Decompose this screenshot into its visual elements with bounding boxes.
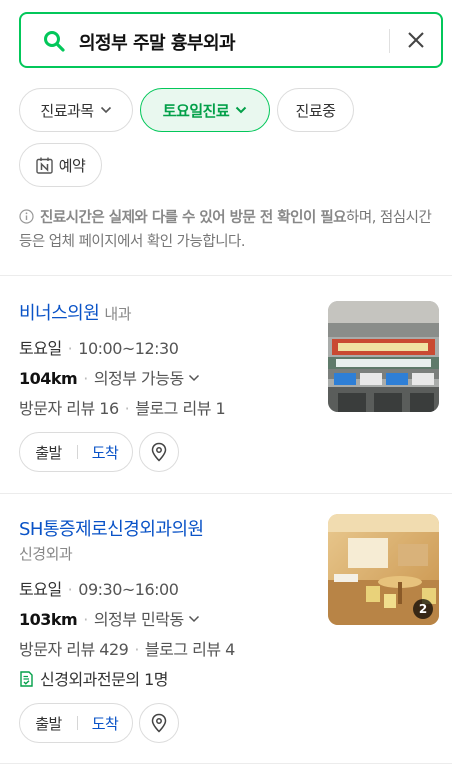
distance: 103km xyxy=(19,610,78,629)
chevron-down-icon xyxy=(188,374,199,382)
day: 토요일 xyxy=(19,339,62,358)
location-line[interactable]: 103km · 의정부 민락동 xyxy=(19,606,200,630)
review-line: 방문자 리뷰 429 · 블로그 리뷰 4 xyxy=(19,640,235,659)
arrive-button[interactable]: 도착 xyxy=(78,442,132,463)
visitor-reviews[interactable]: 방문자 리뷰 429 xyxy=(19,640,129,659)
map-pin-icon xyxy=(151,442,167,462)
depart-button[interactable]: 출발 xyxy=(20,442,77,463)
hours-line: 토요일 · 10:00~12:30 xyxy=(19,339,179,358)
naver-booking-icon xyxy=(35,157,53,174)
route-buttons: 출발 도착 xyxy=(19,703,133,743)
photo-count-badge: 2 xyxy=(413,599,433,619)
filter-specialty[interactable]: 진료과목 xyxy=(19,88,133,132)
blog-reviews[interactable]: 블로그 리뷰 4 xyxy=(145,640,235,659)
hours-line: 토요일 · 09:30~16:00 xyxy=(19,580,179,599)
depart-button[interactable]: 출발 xyxy=(20,713,77,734)
close-icon[interactable] xyxy=(405,29,427,51)
visitor-reviews[interactable]: 방문자 리뷰 16 xyxy=(19,399,119,418)
chevron-down-icon xyxy=(188,615,199,623)
place-photo[interactable] xyxy=(328,301,439,412)
hours: 09:30~16:00 xyxy=(78,580,179,599)
blog-reviews[interactable]: 블로그 리뷰 1 xyxy=(135,399,225,418)
distance: 104km xyxy=(19,369,78,388)
search-query[interactable]: 의정부 주말 흉부외과 xyxy=(79,29,236,55)
hours-notice: 진료시간은 실제와 다를 수 있어 방문 전 확인이 필요하며, 점심시간 등은… xyxy=(19,206,439,254)
filter-reservation[interactable]: 예약 xyxy=(19,143,102,187)
map-pin-button[interactable] xyxy=(139,432,179,472)
filter-specialty-label: 진료과목 xyxy=(40,101,94,120)
search-divider xyxy=(389,29,390,53)
area: 의정부 가능동 xyxy=(93,369,184,388)
specialist-line: 신경외과전문의 1명 xyxy=(19,666,169,690)
arrive-button[interactable]: 도착 xyxy=(78,713,132,734)
specialist-count: 신경외과전문의 1명 xyxy=(40,670,169,689)
filter-saturday-label: 토요일진료 xyxy=(162,101,230,120)
map-pin-icon xyxy=(151,713,167,733)
hours: 10:00~12:30 xyxy=(78,339,179,358)
filter-open-now-label: 진료중 xyxy=(295,101,336,120)
day: 토요일 xyxy=(19,580,62,599)
notice-bold: 진료시간은 실제와 다를 수 있어 방문 전 확인이 필요 xyxy=(40,210,347,226)
location-line[interactable]: 104km · 의정부 가능동 xyxy=(19,365,200,389)
place-photo[interactable]: 2 xyxy=(328,514,439,625)
divider xyxy=(0,763,452,764)
document-check-icon xyxy=(20,671,33,687)
info-icon xyxy=(19,209,34,224)
chevron-down-icon xyxy=(100,106,111,114)
result-item[interactable]: SH통증제로신경외과의원 신경외과 토요일 · 09:30~16:00 103km ·… xyxy=(19,493,439,763)
place-name[interactable]: SH통증제로신경외과의원 xyxy=(19,519,204,540)
filter-reservation-label: 예약 xyxy=(58,156,86,175)
search-icon xyxy=(44,31,65,52)
filter-saturday[interactable]: 토요일진료 xyxy=(140,88,270,132)
result-item[interactable]: 비너스의원 내과 토요일 · 10:00~12:30 104km · 의정부 가능동 방… xyxy=(19,275,439,493)
search-bar[interactable]: 의정부 주말 흉부외과 xyxy=(19,12,443,68)
area: 의정부 민락동 xyxy=(93,610,184,629)
chevron-down-icon xyxy=(236,106,247,114)
review-line: 방문자 리뷰 16 · 블로그 리뷰 1 xyxy=(19,399,226,418)
route-buttons: 출발 도착 xyxy=(19,432,133,472)
place-category: 신경외과 xyxy=(19,545,73,563)
place-category: 내과 xyxy=(104,305,132,323)
building-photo xyxy=(328,301,439,412)
place-name[interactable]: 비너스의원 xyxy=(19,303,100,324)
map-pin-button[interactable] xyxy=(139,703,179,743)
filter-open-now[interactable]: 진료중 xyxy=(277,88,354,132)
